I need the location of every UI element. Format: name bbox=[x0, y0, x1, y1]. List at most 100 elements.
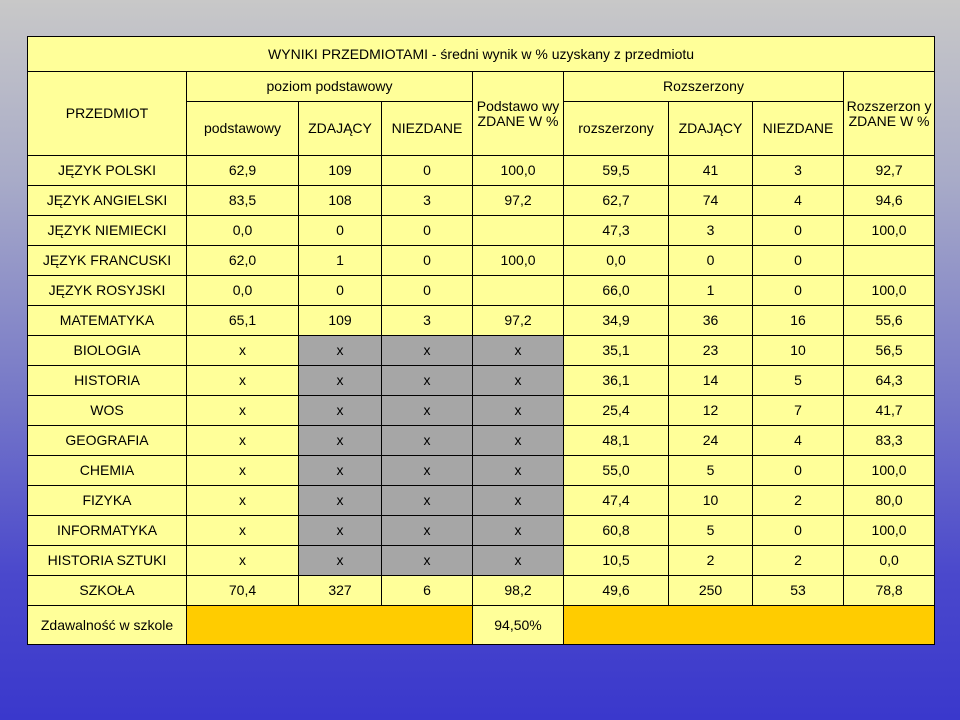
rozszerzony-taking-cell: 5 bbox=[668, 515, 753, 546]
rozszerzony-pass-pct-cell: 92,7 bbox=[842, 155, 936, 186]
rozszerzony-avg-cell: 48,1 bbox=[563, 425, 669, 456]
podstawowy-pass-pct-cell: x bbox=[472, 485, 564, 516]
subject-cell: SZKOŁA bbox=[27, 575, 187, 606]
rozszerzony-avg-cell: 59,5 bbox=[563, 155, 669, 186]
rozszerzony-failed-cell: 10 bbox=[752, 335, 844, 366]
rozszerzony-taking-cell: 2 bbox=[668, 545, 753, 576]
rozszerzony-avg-cell: 47,4 bbox=[563, 485, 669, 516]
pass-rate-filler-right bbox=[562, 605, 936, 645]
subject-cell: HISTORIA bbox=[27, 365, 187, 396]
results-table: WYNIKI PRZEDMIOTAMI - średni wynik w % u… bbox=[26, 36, 936, 645]
podstawowy-failed-cell: x bbox=[381, 455, 473, 486]
rozszerzony-taking-cell: 0 bbox=[668, 245, 753, 276]
pass-rate-row: Zdawalność w szkole 94,50% bbox=[27, 605, 936, 645]
rozszerzony-pass-pct-cell: 94,6 bbox=[842, 185, 936, 216]
podstawowy-taking-cell: 0 bbox=[298, 275, 382, 306]
rozszerzony-failed-cell: 0 bbox=[752, 215, 844, 246]
podstawowy-pass-pct-cell bbox=[472, 215, 564, 246]
slide: WYNIKI PRZEDMIOTAMI - średni wynik w % u… bbox=[0, 0, 960, 720]
subject-cell: JĘZYK ANGIELSKI bbox=[27, 185, 187, 216]
rozszerzony-taking-cell: 36 bbox=[668, 305, 753, 336]
table-row: JĘZYK POLSKI 62,9 109 0 100,0 59,5 41 3 92,7 bbox=[27, 155, 936, 186]
rozszerzony-taking-cell: 24 bbox=[668, 425, 753, 456]
rozszerzony-pass-pct-cell: 100,0 bbox=[842, 455, 936, 486]
podstawowy-failed-cell: 0 bbox=[381, 245, 473, 276]
podstawowy-taking-cell: 0 bbox=[298, 215, 382, 246]
rozszerzony-pass-pct-cell: 83,3 bbox=[842, 425, 936, 456]
subject-cell: BIOLOGIA bbox=[27, 335, 187, 366]
podstawowy-failed-cell: x bbox=[381, 545, 473, 576]
rozszerzony-avg-cell: 49,6 bbox=[563, 575, 669, 606]
rozszerzony-avg-cell: 25,4 bbox=[563, 395, 669, 426]
podstawowy-taking-cell: x bbox=[298, 365, 382, 396]
podstawowy-taking-cell: 109 bbox=[298, 155, 382, 186]
rozszerzony-taking-cell: 10 bbox=[668, 485, 753, 516]
podstawowy-avg-cell: x bbox=[186, 515, 299, 546]
table-row: JĘZYK NIEMIECKI 0,0 0 0 47,3 3 0 100,0 bbox=[27, 215, 936, 246]
table-row: INFORMATYKA x x x x 60,8 5 0 100,0 bbox=[27, 515, 936, 546]
rozszerzony-failed-cell: 7 bbox=[752, 395, 844, 426]
rozszerzony-pass-pct-cell: 80,0 bbox=[842, 485, 936, 516]
rozszerzony-failed-cell: 0 bbox=[752, 275, 844, 306]
podstawowy-taking-cell: x bbox=[298, 515, 382, 546]
table-row: CHEMIA x x x x 55,0 5 0 100,0 bbox=[27, 455, 936, 486]
podstawowy-avg-cell: 0,0 bbox=[186, 275, 299, 306]
podstawowy-failed-cell: x bbox=[381, 365, 473, 396]
podstawowy-pass-pct-cell: 98,2 bbox=[472, 575, 564, 606]
podstawowy-taking-cell: x bbox=[298, 485, 382, 516]
pass-rate-filler-left bbox=[186, 605, 473, 645]
subject-cell: CHEMIA bbox=[27, 455, 187, 486]
rozszerzony-failed-cell: 2 bbox=[752, 545, 844, 576]
podstawowy-avg-cell: 62,0 bbox=[186, 245, 299, 276]
rozszerzony-pass-pct-cell: 64,3 bbox=[842, 365, 936, 396]
rozszerzony-taking-cell: 1 bbox=[668, 275, 753, 306]
podstawowy-failed-cell: 3 bbox=[381, 185, 473, 216]
rozszerzony-taking-cell: 74 bbox=[668, 185, 753, 216]
podstawowy-pass-pct-cell bbox=[472, 275, 564, 306]
pass-rate-label: Zdawalność w szkole bbox=[27, 605, 187, 645]
podstawowy-taking-cell: x bbox=[298, 335, 382, 366]
table-row: JĘZYK FRANCUSKI 62,0 1 0 100,0 0,0 0 0 bbox=[27, 245, 936, 276]
table-row: WOS x x x x 25,4 12 7 41,7 bbox=[27, 395, 936, 426]
header-rozszerzony-zdane-pct: Rozszerzon y ZDANE W % bbox=[842, 71, 936, 156]
table-row: HISTORIA x x x x 36,1 14 5 64,3 bbox=[27, 365, 936, 396]
podstawowy-pass-pct-cell: x bbox=[472, 455, 564, 486]
subheader-zdajacy-r: ZDAJĄCY bbox=[668, 101, 753, 156]
header-podstawowy-zdane-pct: Podstawo wy ZDANE W % bbox=[472, 71, 564, 156]
header-przedmiot: PRZEDMIOT bbox=[27, 71, 187, 156]
rozszerzony-avg-cell: 10,5 bbox=[563, 545, 669, 576]
podstawowy-avg-cell: x bbox=[186, 335, 299, 366]
rozszerzony-pass-pct-cell: 56,5 bbox=[842, 335, 936, 366]
subheader-niezdane-r: NIEZDANE bbox=[752, 101, 844, 156]
subheader-zdajacy-p: ZDAJĄCY bbox=[298, 101, 382, 156]
podstawowy-avg-cell: x bbox=[186, 365, 299, 396]
rozszerzony-failed-cell: 0 bbox=[752, 515, 844, 546]
podstawowy-avg-cell: 62,9 bbox=[186, 155, 299, 186]
subject-cell: FIZYKA bbox=[27, 485, 187, 516]
subject-cell: INFORMATYKA bbox=[27, 515, 187, 546]
pass-rate-value: 94,50% bbox=[472, 605, 564, 645]
header-rozszerzony: Rozszerzony bbox=[563, 71, 844, 102]
rozszerzony-taking-cell: 250 bbox=[668, 575, 753, 606]
table-row: JĘZYK ROSYJSKI 0,0 0 0 66,0 1 0 100,0 bbox=[27, 275, 936, 306]
podstawowy-failed-cell: x bbox=[381, 335, 473, 366]
rozszerzony-avg-cell: 36,1 bbox=[563, 365, 669, 396]
podstawowy-taking-cell: x bbox=[298, 545, 382, 576]
podstawowy-taking-cell: 108 bbox=[298, 185, 382, 216]
podstawowy-pass-pct-cell: x bbox=[472, 545, 564, 576]
rozszerzony-pass-pct-cell: 100,0 bbox=[842, 275, 936, 306]
podstawowy-failed-cell: 0 bbox=[381, 275, 473, 306]
rozszerzony-failed-cell: 4 bbox=[752, 425, 844, 456]
podstawowy-avg-cell: x bbox=[186, 425, 299, 456]
podstawowy-avg-cell: 70,4 bbox=[186, 575, 299, 606]
rozszerzony-pass-pct-cell: 0,0 bbox=[842, 545, 936, 576]
header-poziom-podstawowy: poziom podstawowy bbox=[186, 71, 473, 102]
rozszerzony-avg-cell: 35,1 bbox=[563, 335, 669, 366]
podstawowy-taking-cell: x bbox=[298, 425, 382, 456]
rozszerzony-pass-pct-cell: 78,8 bbox=[842, 575, 936, 606]
rozszerzony-taking-cell: 23 bbox=[668, 335, 753, 366]
subject-cell: HISTORIA SZTUKI bbox=[27, 545, 187, 576]
podstawowy-avg-cell: 0,0 bbox=[186, 215, 299, 246]
subject-cell: MATEMATYKA bbox=[27, 305, 187, 336]
rozszerzony-avg-cell: 55,0 bbox=[563, 455, 669, 486]
